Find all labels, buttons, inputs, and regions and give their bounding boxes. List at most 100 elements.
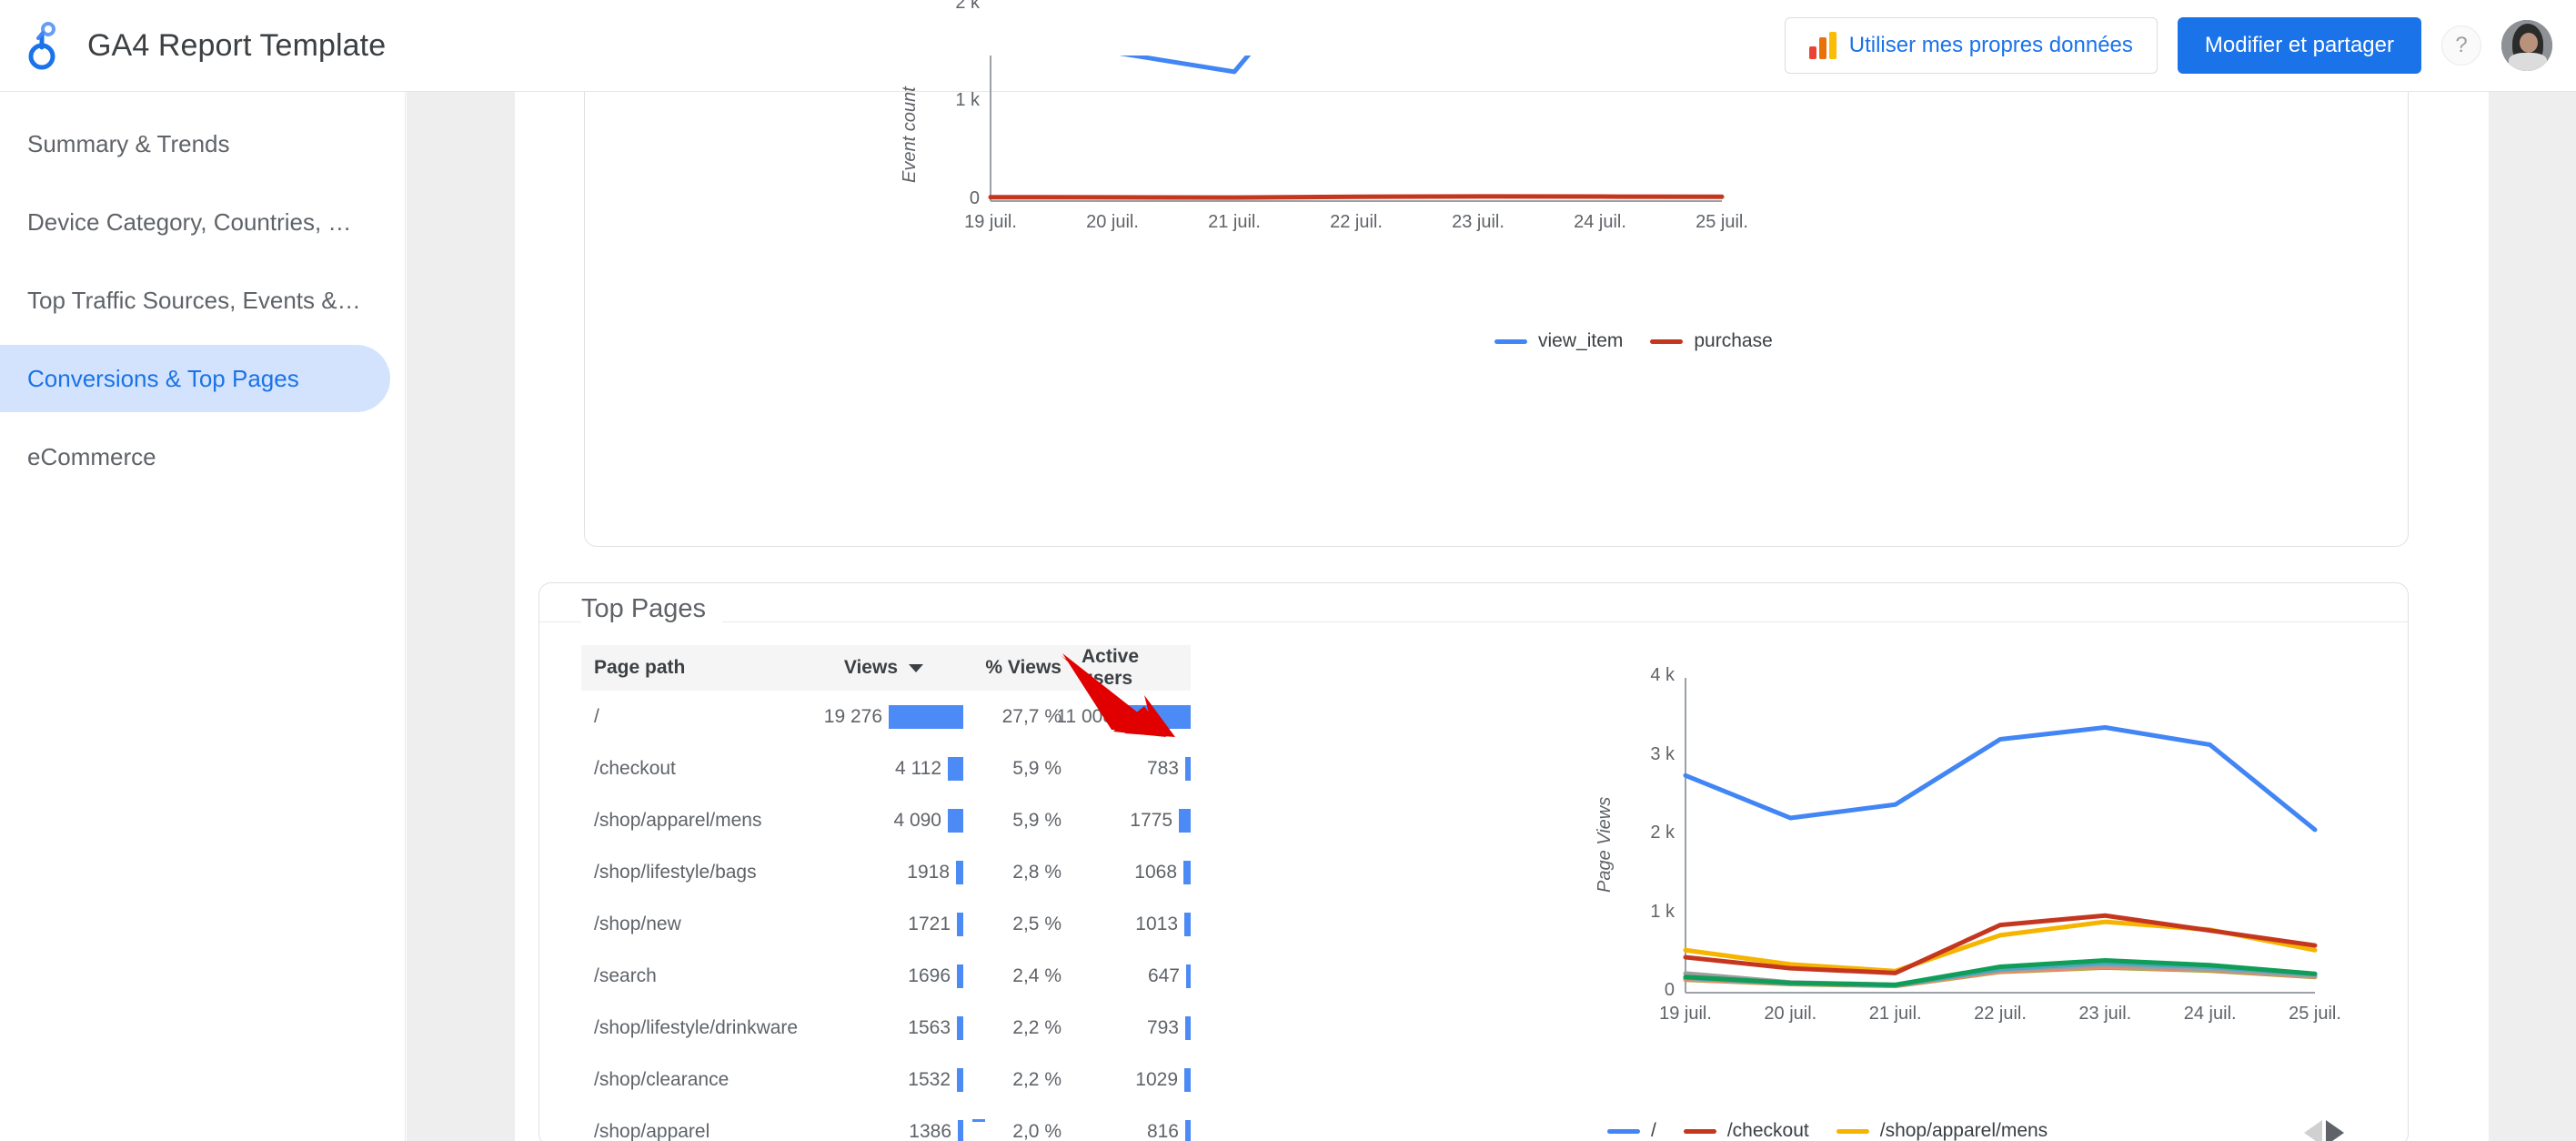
- events-chart-legend: view_item purchase: [1494, 330, 1773, 352]
- bar-chart-icon: [1808, 32, 1836, 59]
- chevron-left-icon[interactable]: [2304, 1120, 2322, 1141]
- legend-swatch: [1494, 338, 1527, 344]
- x-axis-tick: 24 juil.: [2183, 1004, 2237, 1024]
- cell-active-users: 1775: [1072, 808, 1191, 833]
- active-users-bar: [1184, 1067, 1191, 1092]
- table-row[interactable]: /search 1696 2,4 % 647: [581, 950, 1191, 1002]
- page-title: Top Pages: [581, 594, 723, 624]
- cell-views-value: 1696: [908, 964, 951, 986]
- cell-active-users-value: 793: [1146, 1016, 1179, 1038]
- table-row[interactable]: /shop/clearance 1532 2,2 % 1029: [581, 1054, 1191, 1106]
- cell-views-value: 19 276: [823, 705, 882, 727]
- help-icon[interactable]: ?: [2441, 25, 2481, 66]
- cell-active-users: 647: [1072, 964, 1191, 988]
- events-chart-card: Event count 01 k2 k 19 juil. 20 juil. 21 ju…: [584, 0, 2409, 547]
- cell-views: 1696: [825, 964, 963, 988]
- views-bar: [957, 964, 963, 988]
- edit-and-share-label: Modifier et partager: [2204, 33, 2394, 57]
- cell-views: 4 112: [825, 756, 963, 781]
- legend-pager: [2304, 1120, 2344, 1141]
- cell-pct-views: 2,8 %: [1012, 861, 1062, 883]
- use-own-data-button[interactable]: Utiliser mes propres données: [1784, 17, 2158, 74]
- x-axis-tick: 19 juil.: [964, 212, 1017, 232]
- avatar-body: [2509, 53, 2547, 71]
- legend-item-purchase[interactable]: purchase: [1650, 330, 1773, 352]
- chevron-right-icon[interactable]: [2326, 1120, 2344, 1141]
- y-axis-tick: 0: [1664, 980, 1675, 1000]
- legend-label: view_item: [1538, 330, 1624, 351]
- cell-views-value: 4 090: [893, 809, 941, 831]
- sidebar-item-conversions-top-pages[interactable]: Conversions & Top Pages: [0, 339, 405, 418]
- table-row[interactable]: /shop/apparel/mens 4 090 5,9 % 1775: [581, 794, 1191, 846]
- legend-item-/shop/apparel/mens[interactable]: /shop/apparel/mens: [1836, 1120, 2048, 1141]
- avatar[interactable]: [2501, 20, 2552, 71]
- y-axis-tick: 1 k: [955, 90, 980, 111]
- sidebar-item-summary-trends[interactable]: Summary & Trends: [0, 105, 405, 183]
- cell-active-users-value: 1068: [1134, 861, 1177, 883]
- series-line-/shop/apparel/mens: [1683, 919, 2318, 974]
- edit-and-share-button[interactable]: Modifier et partager: [2177, 17, 2421, 74]
- cell-pct-views: 5,9 %: [1012, 757, 1062, 779]
- sidebar-item-label: Top Traffic Sources, Events &…: [27, 286, 361, 314]
- canvas-gutter-left: [407, 92, 515, 1141]
- table-row[interactable]: /shop/new 1721 2,5 % 1013: [581, 898, 1191, 950]
- sidebar-item-label: Device Category, Countries, …: [27, 207, 352, 236]
- table-row[interactable]: /shop/lifestyle/drinkware 1563 2,2 % 793: [581, 1002, 1191, 1054]
- cell-page-path: /shop/apparel/mens: [594, 809, 762, 831]
- report-title: GA4 Report Template: [87, 27, 387, 63]
- legend-item-/[interactable]: /: [1607, 1120, 1656, 1141]
- cell-page-path: /search: [594, 964, 657, 986]
- cell-active-users-value: 1013: [1135, 913, 1178, 934]
- active-users-bar: [1185, 1015, 1191, 1040]
- views-bar: [956, 860, 963, 884]
- cell-active-users-value: 1029: [1135, 1068, 1178, 1090]
- table-row[interactable]: /checkout 4 112 5,9 % 783: [581, 742, 1191, 794]
- cell-pct-views: 2,5 %: [1012, 913, 1062, 934]
- canvas-gutter-right: [2489, 92, 2576, 1141]
- cell-active-users-value: 647: [1147, 964, 1180, 986]
- x-axis-tick: 25 juil.: [2289, 1004, 2341, 1024]
- page-views-chart[interactable]: Page Views 01 k2 k3 k4 k 19 juil. 20 juil.…: [1576, 647, 2341, 1038]
- cell-active-users: 1068: [1072, 860, 1191, 884]
- active-users-bar: [1185, 756, 1191, 781]
- views-bar: [957, 1015, 963, 1040]
- x-axis-tick: 23 juil.: [1452, 212, 1504, 232]
- active-users-bar: [1186, 964, 1191, 988]
- cell-pct-views: 2,2 %: [1012, 1068, 1062, 1090]
- cell-views: 1532: [825, 1067, 963, 1092]
- cell-views: 1721: [825, 912, 963, 936]
- sidebar-item-ecommerce[interactable]: eCommerce: [0, 418, 405, 496]
- cell-active-users-value: 1775: [1130, 809, 1172, 831]
- events-chart[interactable]: Event count 01 k2 k 19 juil. 20 juil. 21 ju…: [885, 0, 1748, 237]
- cell-views-value: 4 112: [895, 757, 941, 779]
- sidebar-item-label: eCommerce: [27, 442, 156, 470]
- cell-page-path: /: [594, 705, 599, 727]
- cell-views-value: 1563: [908, 1016, 951, 1038]
- series-line-view_item: [1119, 56, 1252, 75]
- x-axis-tick: 20 juil.: [1764, 1004, 1817, 1024]
- table-header-views[interactable]: Views: [825, 657, 963, 679]
- cell-views-value: 1532: [908, 1068, 951, 1090]
- cell-page-path: /shop/clearance: [594, 1068, 730, 1090]
- cell-active-users: 793: [1072, 1015, 1191, 1040]
- annotation-arrow-icon: [1061, 653, 1175, 737]
- table-header-pct-views[interactable]: % Views: [963, 657, 1072, 679]
- y-axis-tick: 4 k: [1650, 665, 1675, 685]
- legend-label: /shop/apparel/mens: [1879, 1120, 2048, 1141]
- views-bar: [889, 704, 963, 729]
- y-axis-tick: 1 k: [1650, 901, 1675, 922]
- cell-page-path: /shop/new: [594, 913, 681, 934]
- cell-page-path: /shop/lifestyle/drinkware: [594, 1016, 799, 1038]
- legend-item-view_item[interactable]: view_item: [1494, 330, 1623, 352]
- sidebar-item-label: Conversions & Top Pages: [27, 364, 299, 392]
- cell-views: 19 276: [823, 704, 963, 729]
- looker-studio-logo-icon: [24, 20, 67, 71]
- legend-item-/checkout[interactable]: /checkout: [1683, 1120, 1809, 1141]
- sidebar-item-top-traffic-sources-events[interactable]: Top Traffic Sources, Events &…: [0, 261, 405, 339]
- table-row[interactable]: /shop/lifestyle/bags 1918 2,8 % 1068: [581, 846, 1191, 898]
- cell-views-value: 1721: [908, 913, 951, 934]
- y-axis-tick: 2 k: [1650, 823, 1675, 843]
- clipped-bar: [972, 1119, 985, 1122]
- sidebar-item-device-category-countries[interactable]: Device Category, Countries, …: [0, 183, 405, 261]
- table-header-page-path[interactable]: Page path: [581, 657, 825, 679]
